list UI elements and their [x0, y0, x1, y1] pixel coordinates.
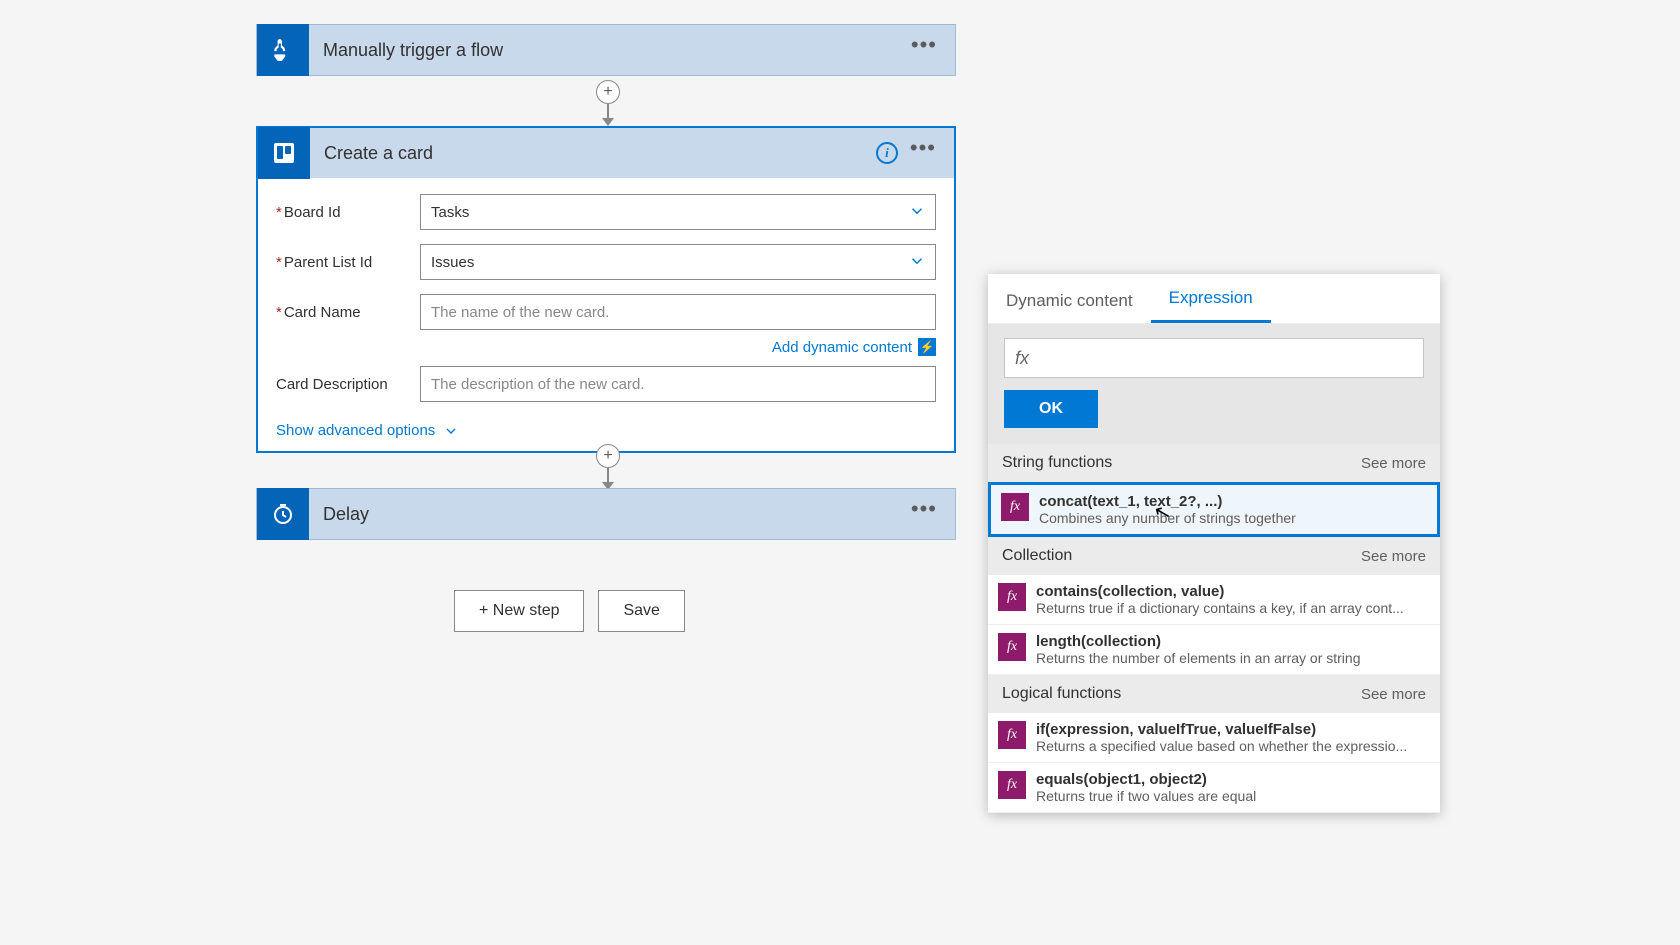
parent-list-id-label: *Parent List Id: [276, 254, 420, 271]
card-name-label: *Card Name: [276, 304, 420, 321]
chevron-down-icon: [443, 423, 459, 439]
expression-panel: Dynamic content Expression fx OK String …: [988, 274, 1440, 813]
board-id-select[interactable]: Tasks: [420, 194, 936, 230]
function-item[interactable]: fx contains(collection, value)Returns tru…: [988, 575, 1440, 625]
save-button[interactable]: Save: [598, 590, 684, 632]
trigger-title: Manually trigger a flow: [309, 40, 911, 61]
function-signature: equals(object1, object2): [1036, 771, 1430, 788]
category-name: Collection: [1002, 547, 1072, 565]
expression-input[interactable]: fx: [1004, 338, 1424, 378]
new-step-button[interactable]: + New step: [454, 590, 584, 632]
expression-tabs: Dynamic content Expression: [988, 274, 1440, 324]
function-description: Returns the number of elements in an arr…: [1036, 650, 1430, 666]
connector-2: +: [602, 444, 614, 490]
step-create-card[interactable]: Create a card i ••• *Board Id Tasks *Par…: [256, 126, 956, 453]
flow-canvas: Manually trigger a flow ••• + Create a c…: [0, 0, 1680, 945]
function-signature: length(collection): [1036, 633, 1430, 650]
tab-dynamic-content[interactable]: Dynamic content: [988, 291, 1151, 323]
fx-icon: fx: [998, 771, 1026, 799]
fx-icon: fx: [998, 633, 1026, 661]
function-item[interactable]: fx length(collection)Returns the number o…: [988, 625, 1440, 675]
function-description: Returns true if two values are equal: [1036, 788, 1430, 804]
board-id-label: *Board Id: [276, 204, 420, 221]
fx-icon: fx: [998, 583, 1026, 611]
delay-title: Delay: [309, 504, 911, 525]
fx-icon: fx: [1001, 493, 1029, 521]
card-description-label: Card Description: [276, 376, 420, 393]
see-more-link[interactable]: See more: [1361, 686, 1426, 703]
see-more-link[interactable]: See more: [1361, 548, 1426, 565]
parent-list-id-select[interactable]: Issues: [420, 244, 936, 280]
trello-icon: [258, 127, 310, 179]
card-description-input[interactable]: The description of the new card.: [420, 366, 936, 402]
function-category-header: Logical functions See more: [988, 675, 1440, 713]
add-dynamic-content-icon[interactable]: ⚡: [918, 338, 936, 356]
add-dynamic-content-link[interactable]: Add dynamic content: [772, 339, 912, 356]
function-list[interactable]: String functions See more fx concat(text_1,…: [988, 444, 1440, 813]
tab-expression[interactable]: Expression: [1151, 288, 1271, 323]
function-item[interactable]: fx if(expression, valueIfTrue, valueIfFal…: [988, 713, 1440, 763]
see-more-link[interactable]: See more: [1361, 455, 1426, 472]
function-description: Returns a specified value based on wheth…: [1036, 738, 1430, 754]
function-signature: if(expression, valueIfTrue, valueIfFalse…: [1036, 721, 1430, 738]
step-trigger[interactable]: Manually trigger a flow •••: [256, 24, 956, 76]
card-name-input[interactable]: The name of the new card.: [420, 294, 936, 330]
info-icon[interactable]: i: [876, 142, 898, 164]
trigger-menu-icon[interactable]: •••: [911, 42, 937, 58]
function-signature: concat(text_1, text_2?, ...): [1039, 493, 1427, 510]
create-card-menu-icon[interactable]: •••: [910, 145, 936, 161]
function-signature: contains(collection, value): [1036, 583, 1430, 600]
fx-icon: fx: [998, 721, 1026, 749]
function-item[interactable]: fx concat(text_1, text_2?, ...)Combines a…: [988, 482, 1440, 537]
trigger-icon: [257, 24, 309, 76]
create-card-title: Create a card: [310, 143, 876, 164]
function-description: Combines any number of strings together: [1039, 510, 1427, 526]
bottom-buttons: + New step Save: [454, 590, 685, 632]
ok-button[interactable]: OK: [1004, 390, 1098, 428]
add-step-button-2[interactable]: +: [596, 444, 620, 468]
function-item[interactable]: fx equals(object1, object2)Returns true i…: [988, 763, 1440, 813]
function-description: Returns true if a dictionary contains a …: [1036, 600, 1430, 616]
add-step-button-1[interactable]: +: [596, 80, 620, 104]
category-name: Logical functions: [1002, 685, 1121, 703]
function-category-header: Collection See more: [988, 537, 1440, 575]
category-name: String functions: [1002, 454, 1112, 472]
delay-icon: [257, 488, 309, 540]
create-card-body: *Board Id Tasks *Parent List Id Issues *…: [256, 178, 956, 453]
delay-menu-icon[interactable]: •••: [911, 506, 937, 522]
step-delay[interactable]: Delay •••: [256, 488, 956, 540]
connector-1: +: [602, 80, 614, 126]
show-advanced-options-link[interactable]: Show advanced options: [276, 422, 435, 439]
function-category-header: String functions See more: [988, 444, 1440, 482]
